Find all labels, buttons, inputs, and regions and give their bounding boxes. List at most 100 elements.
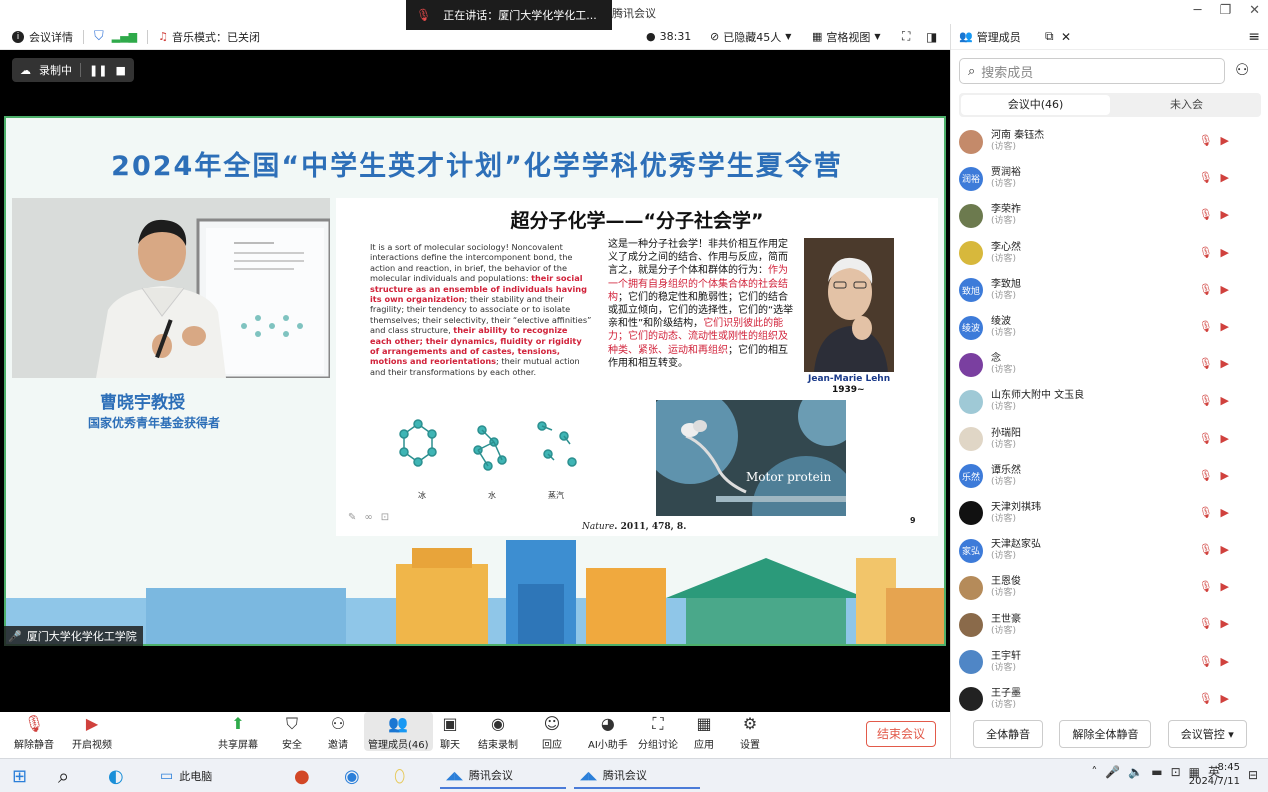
start-video-button[interactable]: ▶ 开启视频 bbox=[72, 712, 112, 751]
member-row[interactable]: 致旭 李致旭 (访客) 🎙▶ bbox=[951, 272, 1268, 309]
camera-off-icon[interactable]: ▶ bbox=[1221, 171, 1237, 184]
windows-start-icon[interactable]: ⊞ bbox=[12, 763, 27, 789]
camera-off-icon[interactable]: ▶ bbox=[1221, 208, 1237, 221]
member-row[interactable]: 王世豪 (访客) 🎙▶ bbox=[951, 606, 1268, 643]
signal-icon[interactable]: ▂▄▆ bbox=[112, 30, 137, 43]
mic-muted-icon[interactable]: 🎙 bbox=[1199, 432, 1221, 445]
close-panel-icon[interactable]: ✕ bbox=[1061, 30, 1071, 44]
camera-off-icon[interactable]: ▶ bbox=[1221, 469, 1237, 482]
camera-off-icon[interactable]: ▶ bbox=[1221, 580, 1237, 593]
member-row[interactable]: 念 (访客) 🎙▶ bbox=[951, 346, 1268, 383]
chevron-up-icon[interactable]: ˄ bbox=[1091, 765, 1097, 779]
share-screen-button[interactable]: ⬆ 共享屏幕 bbox=[218, 712, 258, 751]
sidebar-toggle-icon[interactable]: ◨ bbox=[926, 30, 937, 44]
security-button[interactable]: ⛉ 安全 bbox=[282, 712, 302, 751]
camera-off-icon[interactable]: ▶ bbox=[1221, 432, 1237, 445]
mic-muted-icon[interactable]: 🎙 bbox=[1199, 134, 1221, 147]
unmute-all-button[interactable]: 解除全体静音 bbox=[1059, 720, 1152, 748]
camera-off-icon[interactable]: ▶ bbox=[1221, 692, 1237, 705]
ai-assistant-button[interactable]: ◕ AI小助手 bbox=[588, 712, 628, 751]
camera-off-icon[interactable]: ▶ bbox=[1221, 655, 1237, 668]
menu-icon[interactable]: ≡ bbox=[1248, 29, 1260, 45]
stamp-icon[interactable]: ⊡ bbox=[381, 512, 397, 523]
mic-muted-icon[interactable]: 🎙 bbox=[1199, 171, 1221, 184]
member-row[interactable]: 家弘 天津赵家弘 (访客) 🎙▶ bbox=[951, 532, 1268, 569]
stop-recording-icon[interactable]: ■ bbox=[115, 64, 125, 77]
camera-off-icon[interactable]: ▶ bbox=[1221, 506, 1237, 519]
mic-muted-icon[interactable]: 🎙 bbox=[1199, 506, 1221, 519]
add-member-icon[interactable]: ⚇ bbox=[1235, 60, 1249, 79]
minimize-icon[interactable]: ─ bbox=[1194, 3, 1202, 18]
pen-icon[interactable]: ✎ bbox=[348, 512, 364, 523]
tab-in-meeting[interactable]: 会议中(46) bbox=[961, 95, 1110, 115]
search-input[interactable]: ⌕ 搜索成员 bbox=[959, 58, 1225, 84]
meeting-control-button[interactable]: 会议管控 ▾ bbox=[1167, 720, 1247, 748]
mic-muted-icon[interactable]: 🎙 bbox=[1199, 320, 1221, 333]
invite-button[interactable]: ⚇ 邀请 bbox=[328, 712, 348, 751]
link-icon[interactable]: ∞ bbox=[364, 512, 380, 523]
chat-button[interactable]: ▣ 聊天 bbox=[440, 712, 460, 751]
member-row[interactable]: 王宇轩 (访客) 🎙▶ bbox=[951, 644, 1268, 681]
camera-off-icon[interactable]: ▶ bbox=[1221, 134, 1237, 147]
mic-muted-icon[interactable]: 🎙 bbox=[1199, 357, 1221, 370]
pause-recording-icon[interactable]: ❚❚ bbox=[89, 64, 107, 77]
camera-off-icon[interactable]: ▶ bbox=[1221, 283, 1237, 296]
speaker-icon[interactable]: 🔈 bbox=[1128, 765, 1143, 779]
mic-muted-icon[interactable]: 🎙 bbox=[1199, 283, 1221, 296]
mic-muted-icon[interactable]: 🎙 bbox=[1199, 394, 1221, 407]
close-icon[interactable]: ✕ bbox=[1249, 3, 1260, 18]
media-player-icon[interactable]: ◉ bbox=[344, 763, 360, 789]
mic-muted-icon[interactable]: 🎙 bbox=[1199, 208, 1221, 221]
battery-icon[interactable]: ▬ bbox=[1151, 765, 1162, 779]
network-icon[interactable]: ⊡ bbox=[1171, 765, 1181, 779]
mic-muted-icon[interactable]: 🎙 bbox=[1199, 246, 1221, 259]
fullscreen-icon[interactable]: ⛶ bbox=[902, 29, 910, 44]
member-row[interactable]: 李心然 (访客) 🎙▶ bbox=[951, 235, 1268, 272]
shield-icon[interactable]: ⛉ bbox=[94, 29, 104, 44]
tab-not-joined[interactable]: 未入会 bbox=[1112, 93, 1261, 117]
member-row[interactable]: 李荣祚 (访客) 🎙▶ bbox=[951, 197, 1268, 234]
mic-icon[interactable]: 🎤 bbox=[1105, 765, 1120, 779]
camera-off-icon[interactable]: ▶ bbox=[1221, 246, 1237, 259]
settings-button[interactable]: ⚙ 设置 bbox=[740, 712, 760, 751]
camera-off-icon[interactable]: ▶ bbox=[1221, 357, 1237, 370]
taskbar-this-pc[interactable]: ▭ 此电脑 bbox=[154, 763, 280, 789]
end-recording-button[interactable]: ◉ 结束录制 bbox=[478, 712, 518, 751]
member-row[interactable]: 山东师大附中 文玉良 (访客) 🎙▶ bbox=[951, 383, 1268, 420]
member-row[interactable]: 天津刘祺玮 (访客) 🎙▶ bbox=[951, 495, 1268, 532]
member-row[interactable]: 孙瑞阳 (访客) 🎙▶ bbox=[951, 421, 1268, 458]
apps-button[interactable]: ▦ 应用 bbox=[694, 712, 714, 751]
member-row[interactable]: 润裕 贾润裕 (访客) 🎙▶ bbox=[951, 160, 1268, 197]
meeting-info-button[interactable]: i 会议详情 bbox=[12, 29, 73, 45]
unmute-button[interactable]: 🎙 解除静音 bbox=[14, 712, 54, 751]
restore-icon[interactable]: ❐ bbox=[1219, 3, 1231, 18]
mic-muted-icon[interactable]: 🎙 bbox=[1199, 655, 1221, 668]
mute-all-button[interactable]: 全体静音 bbox=[973, 720, 1044, 748]
mic-muted-icon[interactable]: 🎙 bbox=[1199, 580, 1221, 593]
camera-off-icon[interactable]: ▶ bbox=[1221, 320, 1237, 333]
taskbar-tencent-meeting-1[interactable]: ◢◣ 腾讯会议 bbox=[440, 763, 566, 789]
mic-muted-icon[interactable]: 🎙 bbox=[1199, 692, 1221, 705]
hidden-members-button[interactable]: ⊘ 已隐藏45人 ▼ bbox=[710, 29, 791, 45]
camera-off-icon[interactable]: ▶ bbox=[1221, 394, 1237, 407]
system-clock[interactable]: 8:45 2024/7/11 bbox=[1189, 761, 1240, 789]
mic-muted-icon[interactable]: 🎙 bbox=[1199, 543, 1221, 556]
camera-off-icon[interactable]: ▶ bbox=[1221, 543, 1237, 556]
edge-browser-icon[interactable]: ◐ bbox=[108, 763, 124, 789]
egg-app-icon[interactable]: ⬯ bbox=[394, 763, 405, 789]
mic-muted-icon[interactable]: 🎙 bbox=[1199, 469, 1221, 482]
reactions-button[interactable]: ☺ 回应 bbox=[542, 712, 562, 751]
popout-icon[interactable]: ⧉ bbox=[1045, 29, 1054, 44]
member-row[interactable]: 绫波 绫波 (访客) 🎙▶ bbox=[951, 309, 1268, 346]
search-icon[interactable]: ⌕ bbox=[58, 763, 69, 789]
notification-icon[interactable]: ⊟ bbox=[1248, 768, 1258, 782]
mic-muted-icon[interactable]: 🎙 bbox=[1199, 617, 1221, 630]
grid-view-button[interactable]: ▦ 宫格视图 ▼ bbox=[812, 29, 881, 45]
music-mode-button[interactable]: ♫ 音乐模式：已关闭 bbox=[158, 29, 260, 45]
taskbar-tencent-meeting-2[interactable]: ◢◣ 腾讯会议 bbox=[574, 763, 700, 789]
manage-members-button[interactable]: 👥 管理成员(46) bbox=[364, 712, 433, 751]
member-row[interactable]: 河南 秦钰杰 (访客) 🎙▶ bbox=[951, 123, 1268, 160]
member-row[interactable]: 王恩俊 (访客) 🎙▶ bbox=[951, 569, 1268, 606]
camera-off-icon[interactable]: ▶ bbox=[1221, 617, 1237, 630]
breakout-button[interactable]: ⛶ 分组讨论 bbox=[638, 712, 678, 751]
